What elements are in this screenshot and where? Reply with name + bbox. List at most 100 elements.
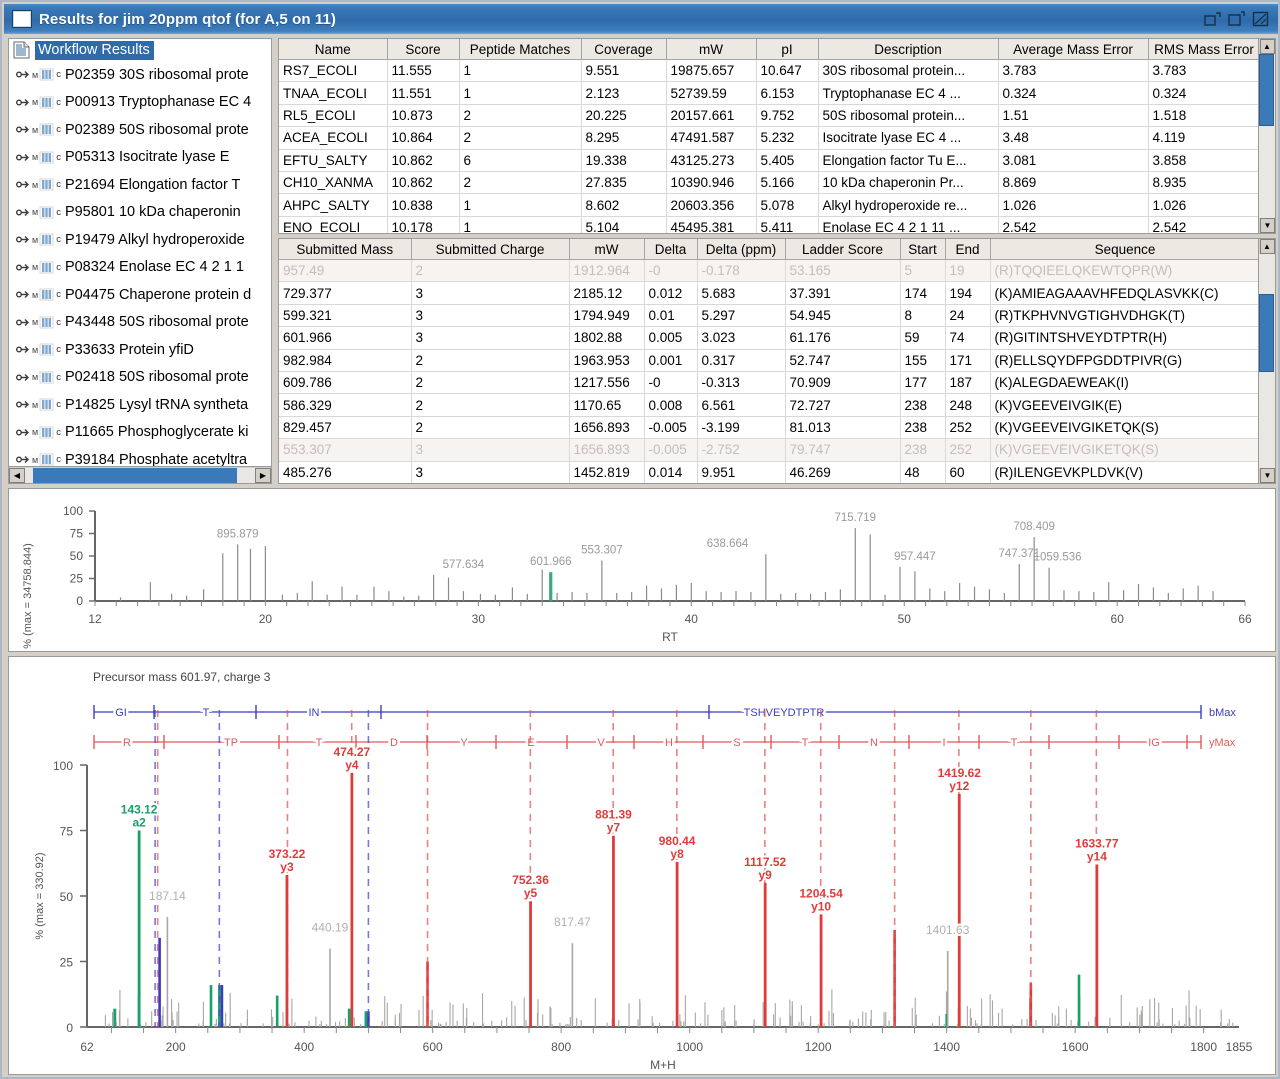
chromatogram-panel[interactable]: % (max = 34758.844)025507510012203040506… <box>8 488 1276 652</box>
tree-item-p43448[interactable]: мcP43448 50S ribosomal prote <box>9 309 271 337</box>
table-row[interactable]: 609.78621217.556-0-0.31370.909177187(K)A… <box>279 371 1258 393</box>
peptide-header-cell[interactable]: Submitted Mass <box>279 239 411 260</box>
table-cell: TNAA_ECOLI <box>279 82 387 104</box>
expand-handle-icon[interactable] <box>16 372 29 383</box>
tree-item-p11665[interactable]: мcP11665 Phosphoglycerate ki <box>9 419 271 447</box>
c-marker-icon: c <box>56 372 61 383</box>
table-row[interactable]: EFTU_SALTY10.862619.33843125.2735.405Elo… <box>279 149 1258 171</box>
tree-item-p02359[interactable]: мcP02359 30S ribosomal prote <box>9 61 271 89</box>
expand-handle-icon[interactable] <box>16 97 29 108</box>
tree-horizontal-scrollbar[interactable]: ◀ ▶ <box>9 466 271 483</box>
expand-handle-icon[interactable] <box>16 399 29 410</box>
table-row[interactable]: 553.30731656.893-0.005-2.75279.747238252… <box>279 439 1258 461</box>
table-cell: (R)TQQIEELQKEWTQPR(W) <box>990 260 1258 282</box>
scroll-track[interactable] <box>1259 54 1275 218</box>
scroll-up-arrow[interactable]: ▲ <box>1260 39 1275 54</box>
peptide-table-vertical-scrollbar[interactable]: ▲ ▼ <box>1258 239 1275 483</box>
peptide-header-cell[interactable]: Ladder Score <box>785 239 900 260</box>
tree-item-p39184[interactable]: мcP39184 Phosphate acetyltra <box>9 446 271 466</box>
scroll-down-arrow[interactable]: ▼ <box>1260 218 1275 233</box>
expand-handle-icon[interactable] <box>16 262 29 273</box>
expand-handle-icon[interactable] <box>16 179 29 190</box>
scroll-thumb[interactable] <box>33 468 237 483</box>
expand-handle-icon[interactable] <box>16 234 29 245</box>
table-row[interactable]: ACEA_ECOLI10.86428.29547491.5875.232Isoc… <box>279 127 1258 149</box>
table-row[interactable]: 829.45721656.893-0.005-3.19981.013238252… <box>279 416 1258 438</box>
table-row[interactable]: RS7_ECOLI11.55519.55119875.65710.64730S … <box>279 60 1258 82</box>
table-row[interactable]: 982.98421963.9530.0010.31752.747155171(R… <box>279 349 1258 371</box>
tree-item-p95801[interactable]: мcP95801 10 kDa chaperonin <box>9 199 271 227</box>
chromatogram-plot[interactable]: % (max = 34758.844)025507510012203040506… <box>9 489 1275 651</box>
peptide-header-cell[interactable]: End <box>945 239 990 260</box>
table-row[interactable]: 729.37732185.120.0125.68337.391174194(K)… <box>279 282 1258 304</box>
table-row[interactable]: ENO_ECOLI10.17815.10445495.3815.411Enola… <box>279 216 1258 233</box>
scroll-up-arrow[interactable]: ▲ <box>1260 239 1275 254</box>
table-row[interactable]: 957.4921912.964-0-0.17853.165519(R)TQQIE… <box>279 260 1258 282</box>
tree-item-p04475[interactable]: мcP04475 Chaperone protein d <box>9 281 271 309</box>
protein-table-header[interactable]: NameScorePeptide MatchesCoveragemWpIDesc… <box>279 39 1258 60</box>
tree-item-p33633[interactable]: мcP33633 Protein yfiD <box>9 336 271 364</box>
tree-root-node[interactable]: Workflow Results <box>9 39 271 61</box>
peptide-results-table[interactable]: Submitted MassSubmitted ChargemWDeltaDel… <box>278 238 1276 484</box>
table-row[interactable]: 586.32921170.650.0086.56172.727238248(K)… <box>279 394 1258 416</box>
peptide-header-cell[interactable]: Sequence <box>990 239 1258 260</box>
close-panel-button[interactable] <box>1252 11 1269 27</box>
scroll-left-arrow[interactable]: ◀ <box>9 468 25 483</box>
protein-header-cell[interactable]: mW <box>666 39 756 60</box>
tree-item-p21694[interactable]: мcP21694 Elongation factor T <box>9 171 271 199</box>
scroll-track[interactable] <box>25 468 255 483</box>
table-row[interactable]: TNAA_ECOLI11.55112.12352739.596.153Trypt… <box>279 82 1258 104</box>
protein-header-cell[interactable]: Coverage <box>581 39 666 60</box>
ms-spectrum-panel[interactable]: Precursor mass 601.97, charge 3bMaxGITIN… <box>8 656 1276 1075</box>
tree-item-p14825[interactable]: мcP14825 Lysyl tRNA syntheta <box>9 391 271 419</box>
expand-handle-icon[interactable] <box>16 427 29 438</box>
maximize-button[interactable] <box>1228 11 1245 27</box>
expand-handle-icon[interactable] <box>16 69 29 80</box>
protein-header-cell[interactable]: RMS Mass Error <box>1148 39 1258 60</box>
table-row[interactable]: 599.32131794.9490.015.29754.945824(R)TKP… <box>279 304 1258 326</box>
protein-header-cell[interactable]: Description <box>818 39 998 60</box>
protein-results-table[interactable]: NameScorePeptide MatchesCoveragemWpIDesc… <box>278 38 1276 234</box>
peptide-header-cell[interactable]: mW <box>569 239 644 260</box>
scroll-thumb[interactable] <box>1259 54 1274 126</box>
peptide-header-cell[interactable]: Delta <box>644 239 697 260</box>
svg-text:50: 50 <box>70 549 84 563</box>
scroll-down-arrow[interactable]: ▼ <box>1260 468 1275 483</box>
expand-handle-icon[interactable] <box>16 152 29 163</box>
table-row[interactable]: 601.96631802.880.0053.02361.1765974(R)GI… <box>279 327 1258 349</box>
protein-header-cell[interactable]: Score <box>387 39 459 60</box>
tree-item-p08324[interactable]: мcP08324 Enolase EC 4 2 1 1 <box>9 254 271 282</box>
protein-header-cell[interactable]: Name <box>279 39 387 60</box>
tree-item-p00913[interactable]: мcP00913 Tryptophanase EC 4 <box>9 89 271 117</box>
ms-spectrum-plot[interactable]: Precursor mass 601.97, charge 3bMaxGITIN… <box>9 657 1275 1074</box>
peptide-header-cell[interactable]: Submitted Charge <box>411 239 569 260</box>
protein-header-cell[interactable]: pI <box>756 39 818 60</box>
peptide-header-cell[interactable]: Delta (ppm) <box>697 239 785 260</box>
expand-handle-icon[interactable] <box>16 317 29 328</box>
scroll-right-arrow[interactable]: ▶ <box>255 468 271 483</box>
svg-text:553.307: 553.307 <box>581 545 623 557</box>
expand-handle-icon[interactable] <box>16 454 29 465</box>
workflow-results-tree[interactable]: Workflow Results мcP02359 30S ribosomal … <box>8 38 272 484</box>
expand-handle-icon[interactable] <box>16 124 29 135</box>
peptide-header-cell[interactable]: Start <box>900 239 945 260</box>
tree-item-p02389[interactable]: мcP02389 50S ribosomal prote <box>9 116 271 144</box>
table-cell: 61.176 <box>785 327 900 349</box>
tree-item-p19479[interactable]: мcP19479 Alkyl hydroperoxide <box>9 226 271 254</box>
tree-item-p05313[interactable]: мcP05313 Isocitrate lyase E <box>9 144 271 172</box>
table-row[interactable]: AHPC_SALTY10.83818.60220603.3565.078Alky… <box>279 194 1258 216</box>
protein-header-cell[interactable]: Average Mass Error <box>998 39 1148 60</box>
scroll-thumb[interactable] <box>1259 294 1274 372</box>
expand-handle-icon[interactable] <box>16 289 29 300</box>
table-row[interactable]: CH10_XANMA10.862227.83510390.9465.16610 … <box>279 171 1258 193</box>
expand-handle-icon[interactable] <box>16 207 29 218</box>
peptide-table-header[interactable]: Submitted MassSubmitted ChargemWDeltaDel… <box>279 239 1258 260</box>
table-row[interactable]: 485.27631452.8190.0149.95146.2694860(R)I… <box>279 461 1258 483</box>
scroll-track[interactable] <box>1259 254 1275 468</box>
protein-header-cell[interactable]: Peptide Matches <box>459 39 581 60</box>
protein-table-vertical-scrollbar[interactable]: ▲ ▼ <box>1258 39 1275 233</box>
table-row[interactable]: RL5_ECOLI10.873220.22520157.6619.75250S … <box>279 104 1258 126</box>
tree-item-p02418[interactable]: мcP02418 50S ribosomal prote <box>9 364 271 392</box>
restore-down-button[interactable] <box>1204 11 1221 27</box>
expand-handle-icon[interactable] <box>16 344 29 355</box>
